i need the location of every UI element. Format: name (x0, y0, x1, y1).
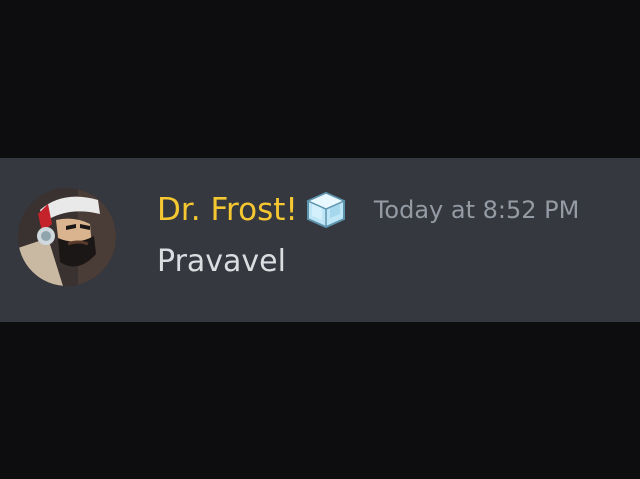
username[interactable]: Dr. Frost! (157, 188, 298, 232)
avatar-icon[interactable] (18, 188, 116, 286)
ice-cube-icon (304, 190, 348, 230)
message-timestamp: Today at 8:52 PM (373, 196, 580, 224)
message-header: Dr. Frost! Today at 8:52 PM (157, 188, 579, 232)
screen: Dr. Frost! Today at 8:52 PM Pravavel (0, 0, 640, 479)
message-content: Pravavel (157, 244, 286, 279)
chat-message[interactable]: Dr. Frost! Today at 8:52 PM Pravavel (0, 158, 640, 322)
